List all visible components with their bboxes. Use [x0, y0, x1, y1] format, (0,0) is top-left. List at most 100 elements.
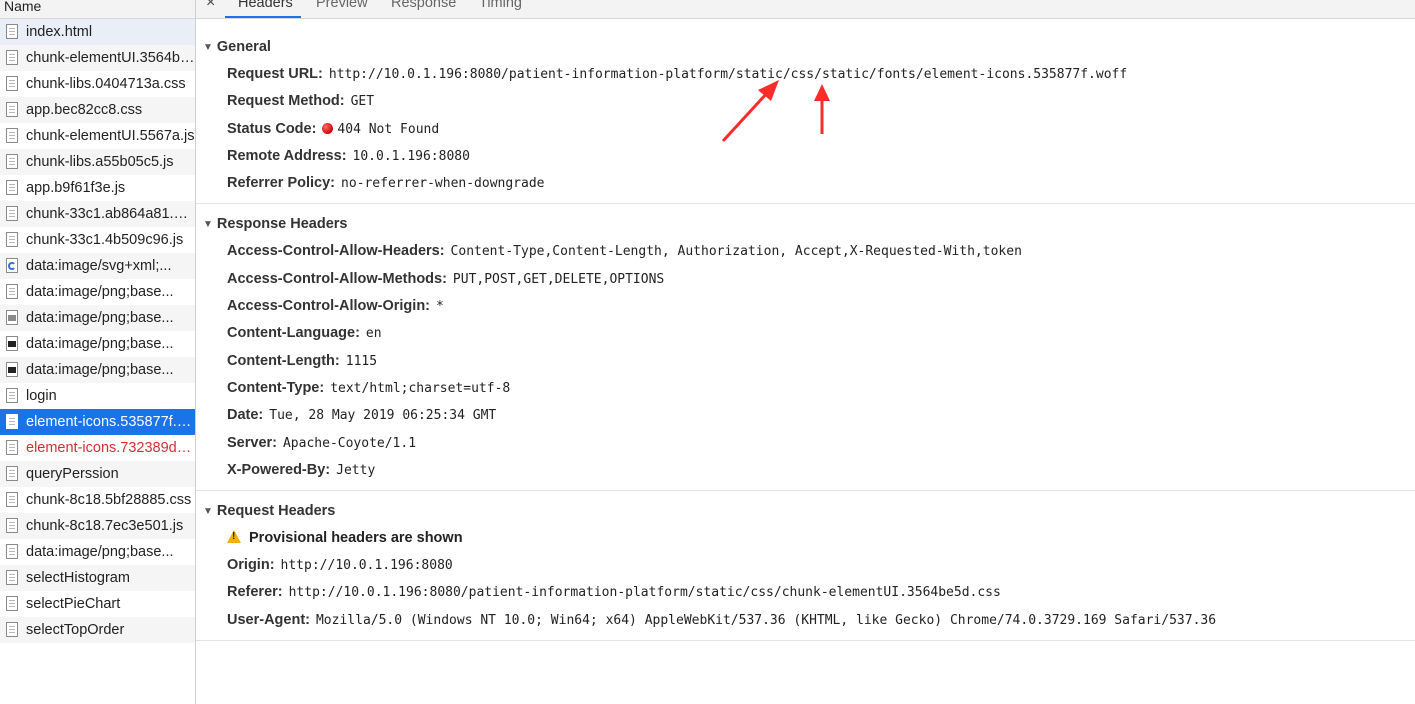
- document-icon: [6, 518, 18, 533]
- status-error-icon: [322, 122, 334, 134]
- request-url-label: Request URL:: [227, 66, 323, 82]
- document-icon: [6, 206, 18, 221]
- file-list-item[interactable]: chunk-libs.a55b05c5.js: [0, 149, 195, 175]
- referrer-policy-label: Referrer Policy:: [227, 175, 335, 192]
- header-value: PUT,POST,GET,DELETE,OPTIONS: [452, 271, 665, 287]
- request-headers-title: Request Headers: [216, 503, 336, 520]
- tab-response[interactable]: Response: [391, 0, 456, 11]
- remote-address-value: 10.0.1.196:8080: [352, 148, 470, 164]
- file-name: data:image/png;base...: [26, 310, 174, 326]
- file-list-item[interactable]: data:image/png;base...: [0, 305, 195, 331]
- file-list-item[interactable]: selectTopOrder: [0, 617, 195, 643]
- file-list-item[interactable]: chunk-elementUI.5567a.js: [0, 123, 195, 149]
- details-panel: × Headers Preview Response Timing ▼ Gener…: [196, 0, 1415, 704]
- header-key: Date:: [227, 407, 264, 424]
- close-icon[interactable]: ×: [206, 0, 215, 11]
- header-value: http://10.0.1.196:8080: [280, 558, 453, 574]
- file-list-item[interactable]: element-icons.732389ded.ttf: [0, 435, 195, 461]
- header-row: Content-Language: en: [196, 320, 1415, 347]
- document-icon: [6, 492, 18, 507]
- name-column-header[interactable]: Name: [0, 0, 195, 19]
- file-name: chunk-libs.a55b05c5.js: [26, 154, 174, 170]
- png-image-dark-icon: [6, 362, 18, 377]
- file-list-item[interactable]: chunk-8c18.5bf28885.css: [0, 487, 195, 513]
- tab-headers[interactable]: Headers: [238, 0, 293, 11]
- file-list-item[interactable]: data:image/png;base...: [0, 331, 195, 357]
- file-list-item[interactable]: data:image/png;base...: [0, 357, 195, 383]
- header-key: User-Agent:: [227, 611, 310, 628]
- response-headers-toggle[interactable]: ▼ Response Headers: [196, 210, 1415, 238]
- provisional-warning-text: Provisional headers are shown: [249, 530, 463, 547]
- header-key: Origin:: [227, 557, 275, 574]
- file-name: app.b9f61f3e.js: [26, 180, 126, 196]
- tab-timing[interactable]: Timing: [479, 0, 522, 11]
- active-tab-indicator: [225, 16, 301, 18]
- file-list-item[interactable]: data:image/svg+xml;...: [0, 253, 195, 279]
- status-code-value: 404 Not Found: [337, 121, 440, 137]
- tab-preview[interactable]: Preview: [316, 0, 368, 11]
- header-row: Referer: http://10.0.1.196:8080/patient-i…: [196, 579, 1415, 606]
- file-list-item[interactable]: data:image/png;base...: [0, 279, 195, 305]
- expand-triangle-icon: ▼: [203, 219, 213, 231]
- remote-address-label: Remote Address:: [227, 147, 347, 164]
- remote-address-row: Remote Address: 10.0.1.196:8080: [196, 143, 1415, 170]
- document-icon: [6, 440, 18, 455]
- file-name: data:image/png;base...: [26, 362, 174, 378]
- file-list-item[interactable]: data:image/png;base...: [0, 539, 195, 565]
- request-method-label: Request Method:: [227, 93, 345, 110]
- file-list-item[interactable]: chunk-33c1.4b509c96.js: [0, 227, 195, 253]
- request-header-list: Origin: http://10.0.1.196:8080 Referer: htt…: [196, 552, 1415, 634]
- file-list-item[interactable]: chunk-libs.0404713a.css: [0, 71, 195, 97]
- document-icon: [6, 128, 18, 143]
- header-row: User-Agent: Mozilla/5.0 (Windows NT 10.0;…: [196, 607, 1415, 634]
- file-list-item[interactable]: chunk-elementUI.3564be5d.css: [0, 45, 195, 71]
- file-list-item[interactable]: app.bec82cc8.css: [0, 97, 195, 123]
- header-row: Content-Type: text/html;charset=utf-8: [196, 375, 1415, 402]
- header-key: Access-Control-Allow-Methods:: [227, 270, 447, 287]
- general-section-toggle[interactable]: ▼ General: [196, 33, 1415, 61]
- header-key: Content-Length:: [227, 352, 340, 369]
- header-key: Server:: [227, 434, 277, 451]
- document-icon: [6, 414, 18, 429]
- status-code-label: Status Code:: [227, 120, 317, 137]
- file-list-item[interactable]: index.html: [0, 19, 195, 45]
- file-list-item[interactable]: queryPerssion: [0, 461, 195, 487]
- file-list-item[interactable]: selectHistogram: [0, 565, 195, 591]
- request-url-row: Request URL: http://10.0.1.196:8080/patie…: [196, 61, 1415, 88]
- header-row: Date: Tue, 28 May 2019 06:25:34 GMT: [196, 402, 1415, 429]
- file-name: data:image/svg+xml;...: [26, 258, 172, 274]
- document-icon: [6, 622, 18, 637]
- file-list-item[interactable]: chunk-8c18.7ec3e501.js: [0, 513, 195, 539]
- file-list-item[interactable]: login: [0, 383, 195, 409]
- file-list-item[interactable]: element-icons.535877f.woff: [0, 409, 195, 435]
- header-row: Server: Apache-Coyote/1.1: [196, 430, 1415, 457]
- header-value: Mozilla/5.0 (Windows NT 10.0; Win64; x64…: [315, 612, 1217, 628]
- expand-triangle-icon: ▼: [203, 506, 213, 518]
- file-name: data:image/png;base...: [26, 544, 174, 560]
- file-name: selectHistogram: [26, 570, 130, 586]
- header-row: Access-Control-Allow-Methods: PUT,POST,GE…: [196, 266, 1415, 293]
- file-name: chunk-33c1.4b509c96.js: [26, 232, 184, 248]
- header-row: Access-Control-Allow-Origin: *: [196, 293, 1415, 320]
- document-icon: [6, 544, 18, 559]
- header-row: Origin: http://10.0.1.196:8080: [196, 552, 1415, 579]
- file-list-item[interactable]: chunk-33c1.ab864a81.css: [0, 201, 195, 227]
- header-row: Access-Control-Allow-Headers: Content-Typ…: [196, 238, 1415, 265]
- header-key: Access-Control-Allow-Origin:: [227, 298, 431, 315]
- file-name: chunk-8c18.7ec3e501.js: [26, 518, 184, 534]
- request-method-row: Request Method: GET: [196, 88, 1415, 115]
- request-method-value: GET: [350, 94, 375, 110]
- file-list-item[interactable]: selectPieChart: [0, 591, 195, 617]
- file-name: data:image/png;base...: [26, 336, 174, 352]
- request-headers-toggle[interactable]: ▼ Request Headers: [196, 497, 1415, 525]
- file-list-item[interactable]: app.b9f61f3e.js: [0, 175, 195, 201]
- file-name: chunk-elementUI.5567a.js: [26, 128, 195, 144]
- response-headers-title: Response Headers: [216, 216, 348, 233]
- file-name: selectTopOrder: [26, 622, 125, 638]
- referrer-policy-row: Referrer Policy: no-referrer-when-downgra…: [196, 170, 1415, 197]
- header-value: text/html;charset=utf-8: [330, 380, 511, 396]
- file-list: index.html chunk-elementUI.3564be5d.css ch…: [0, 19, 195, 643]
- file-name: chunk-8c18.5bf28885.css: [26, 492, 192, 508]
- document-icon: [6, 570, 18, 585]
- header-value: http://10.0.1.196:8080/patient-informati…: [288, 585, 1001, 601]
